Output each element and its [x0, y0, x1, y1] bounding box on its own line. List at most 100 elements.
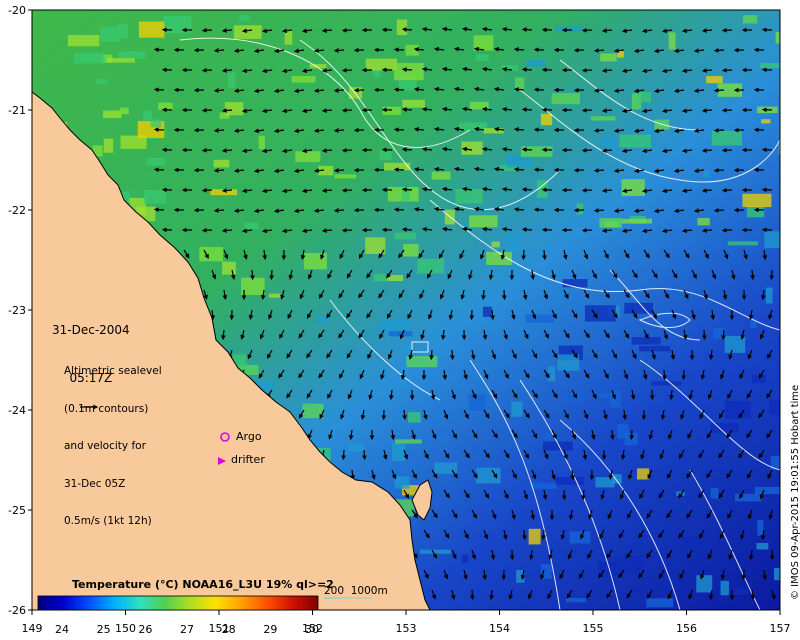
velocity-arrow	[521, 107, 533, 112]
sst-patch	[402, 99, 425, 108]
velocity-arrow	[713, 47, 725, 53]
sst-patch	[258, 135, 265, 150]
sst-patch	[617, 424, 629, 439]
note-line: 31-Dec 05Z	[64, 477, 126, 490]
date-text: 31-Dec-2004	[52, 323, 130, 337]
sst-patch	[757, 519, 764, 536]
sst-patch	[639, 345, 671, 352]
velocity-arrow	[213, 168, 225, 173]
sst-patch	[402, 345, 412, 354]
sst-patch	[475, 54, 489, 61]
sst-patch	[303, 253, 327, 270]
velocity-arrow	[213, 128, 225, 133]
velocity-arrow	[401, 67, 413, 72]
colorbar-ticks: 24 25 26 27 28 29 30	[55, 623, 319, 636]
velocity-arrow	[581, 27, 593, 33]
sst-patch	[476, 467, 501, 484]
velocity-arrow	[593, 48, 605, 53]
sst-patch	[461, 554, 469, 564]
colorbar-tick-label: 28	[222, 623, 236, 636]
velocity-arrow	[593, 168, 605, 173]
velocity-arrow	[521, 249, 527, 261]
colorbar	[37, 595, 319, 611]
velocity-arrow	[429, 349, 434, 361]
velocity-arrow	[333, 128, 345, 133]
velocity-arrow	[513, 87, 525, 92]
sst-patch	[224, 102, 244, 116]
sst-patch	[468, 393, 486, 411]
sst-patch	[163, 15, 192, 34]
sst-patch	[334, 174, 356, 179]
velocity-arrow	[513, 207, 525, 212]
velocity-arrow	[201, 67, 213, 73]
sst-patch	[210, 189, 237, 196]
note-line: and velocity for	[64, 440, 146, 452]
sst-patch	[394, 476, 410, 489]
velocity-arrow	[521, 67, 533, 72]
sst-patch	[379, 150, 392, 161]
velocity-arrow	[481, 289, 486, 301]
sst-patch	[403, 243, 419, 257]
sst-patch	[222, 261, 236, 275]
velocity-arrow	[593, 128, 605, 133]
sst-patch	[631, 337, 661, 345]
sst-patch	[617, 50, 624, 58]
sst-patch	[146, 157, 166, 166]
sst-patch	[316, 316, 330, 325]
depth-scale-label: 200 1000m	[324, 585, 388, 597]
sst-patch	[668, 32, 676, 50]
y-tick-label: -21	[8, 104, 26, 117]
velocity-arrow	[662, 369, 667, 381]
velocity-arrow	[393, 47, 405, 53]
velocity-arrow	[610, 429, 615, 441]
velocity-arrow	[522, 529, 527, 541]
velocity-arrow	[401, 27, 413, 32]
y-tick-label: -25	[8, 504, 26, 517]
sst-patch	[751, 374, 767, 384]
velocity-arrow	[401, 227, 413, 232]
velocity-arrow	[581, 187, 593, 193]
sst-patch	[621, 179, 645, 197]
velocity-arrow	[521, 227, 533, 232]
velocity-arrow	[541, 529, 546, 541]
note-line: (0.1m contours)	[64, 402, 149, 415]
velocity-arrow	[721, 329, 726, 341]
velocity-arrow	[713, 127, 725, 133]
sst-patch	[302, 403, 324, 419]
velocity-arrow	[201, 227, 213, 233]
velocity-arrow	[513, 167, 525, 172]
velocity-arrow	[341, 187, 353, 193]
sst-patch	[244, 222, 259, 230]
velocity-arrow	[542, 249, 547, 261]
sst-patch	[562, 279, 588, 288]
y-tick-label: -23	[8, 304, 26, 317]
sst-patch	[482, 306, 492, 317]
velocity-arrow	[393, 87, 405, 93]
velocity-arrow	[213, 208, 225, 213]
sst-patch	[526, 59, 546, 67]
sst-patch	[199, 246, 224, 262]
altimetry-note: Altimetric sealevel (0.1m contours) and …	[64, 340, 162, 540]
sst-patch	[570, 392, 584, 402]
y-tick-label: -22	[8, 204, 26, 217]
note-line: 0.5m/s (1kt 12h)	[64, 515, 152, 527]
colorbar-tick-label: 29	[263, 623, 277, 636]
sst-patch	[239, 14, 250, 22]
velocity-arrow	[581, 147, 593, 153]
x-axis: 149 150 151 152 153 154 155 156 157	[22, 610, 791, 635]
sst-patch	[491, 241, 500, 248]
velocity-arrow	[333, 48, 345, 53]
sst-patch	[636, 468, 650, 480]
sst-patch	[394, 232, 416, 240]
sst-patch	[405, 44, 419, 56]
sst-patch	[651, 381, 682, 386]
sst-patch	[408, 412, 421, 423]
velocity-arrow	[250, 269, 255, 281]
copyright-label: © IMOS 09-Apr-2015 19:01:55 Hobart time	[790, 384, 800, 600]
sst-patch	[511, 401, 523, 417]
velocity-arrow	[341, 147, 353, 153]
sst-patch	[697, 217, 710, 226]
sst-patch	[118, 51, 146, 59]
x-tick-label: 149	[22, 622, 43, 635]
sst-patch	[284, 30, 293, 45]
